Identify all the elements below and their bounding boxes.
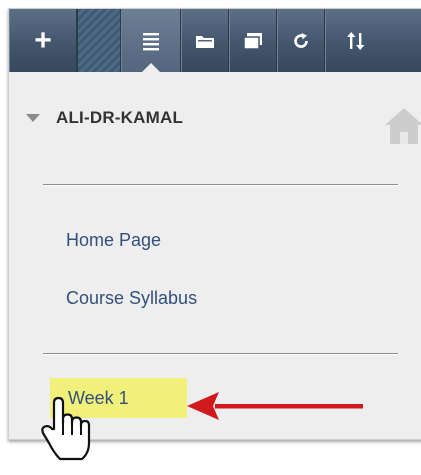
- window-icon: [243, 32, 262, 50]
- menu-divider: [43, 184, 398, 186]
- folder-view-button[interactable]: [181, 9, 229, 72]
- sort-button[interactable]: [325, 9, 385, 72]
- course-syllabus-link[interactable]: Course Syllabus: [66, 288, 197, 309]
- course-menu-panel: +: [8, 8, 421, 440]
- list-view-button[interactable]: [121, 9, 181, 73]
- toolbar-hatched-segment: [77, 9, 121, 72]
- new-window-button[interactable]: [229, 9, 277, 72]
- annotation-arrow-icon: [187, 392, 363, 420]
- sort-icon: [346, 31, 364, 50]
- list-icon: [143, 32, 159, 50]
- refresh-button[interactable]: [277, 9, 325, 72]
- add-menu-item-button[interactable]: +: [9, 9, 77, 72]
- course-title: ALI-DR-KAMAL: [56, 108, 184, 127]
- collapse-arrow-icon[interactable]: [26, 114, 40, 122]
- screenshot-stage: + ALI-DR-KAMAL Home Page Course Syllabus…: [0, 0, 421, 475]
- menu-divider: [43, 353, 398, 355]
- home-page-link[interactable]: Home Page: [66, 230, 161, 251]
- plus-icon: +: [34, 23, 52, 57]
- hand-pointer-cursor-icon: [41, 396, 91, 461]
- folder-icon: [196, 35, 214, 48]
- course-header[interactable]: ALI-DR-KAMAL: [26, 108, 183, 128]
- home-icon[interactable]: [383, 105, 421, 147]
- refresh-icon: [294, 32, 308, 48]
- course-menu-toolbar: +: [9, 9, 421, 73]
